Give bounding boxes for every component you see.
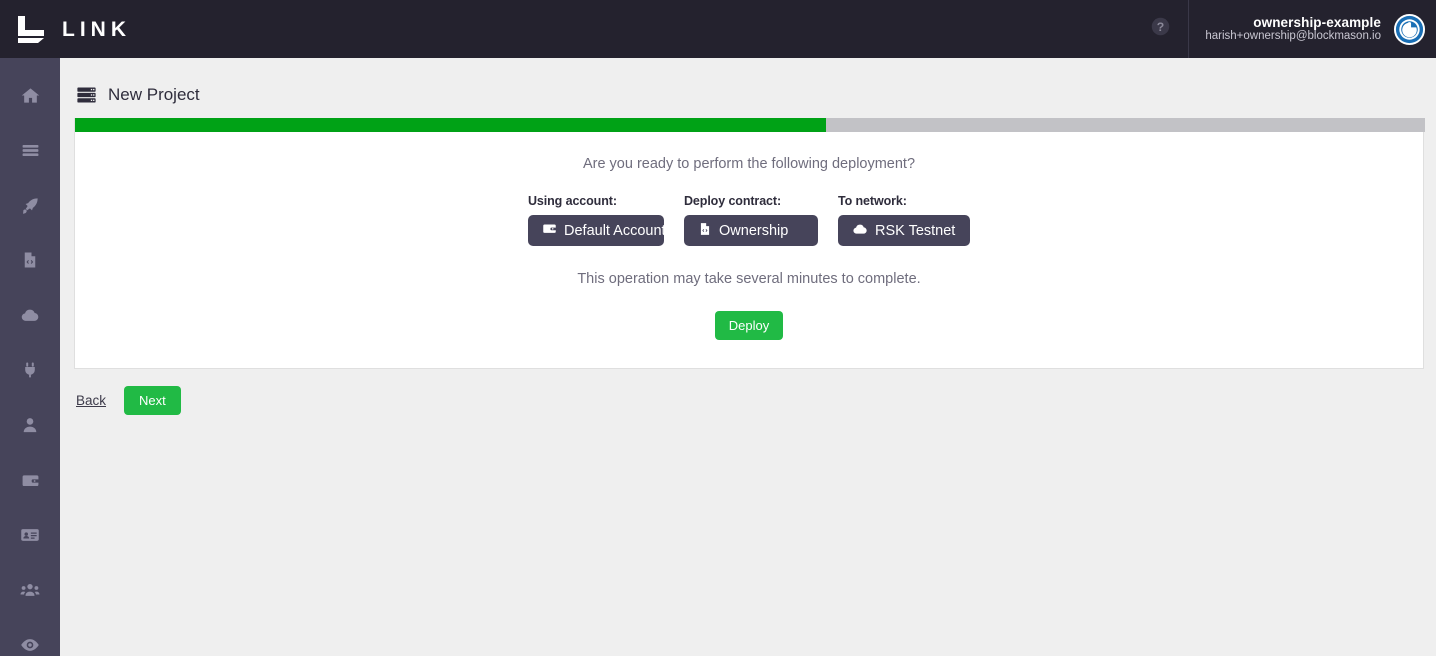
rocket-icon [21,196,40,220]
page-title: New Project [108,85,200,104]
choice-network-label: To network: [838,194,907,208]
list-icon [21,141,40,165]
app-root: LINK ? ownership-example harish+ownershi… [0,0,1436,656]
next-button[interactable]: Next [124,386,181,415]
file-code-icon [698,222,719,240]
account-text: ownership-example harish+ownership@block… [1205,15,1381,44]
choice-contract: Deploy contract: Ownership [684,194,818,246]
choice-network: To network: RSK Testnet [838,194,970,246]
sidebar-item-deploy[interactable] [0,180,60,235]
progress-bar-track [75,118,1425,132]
account-block[interactable]: ownership-example harish+ownership@block… [1188,0,1436,58]
users-icon [20,580,40,605]
sidebar-item-home[interactable] [0,70,60,125]
help-button[interactable]: ? [1132,0,1188,58]
home-icon [21,86,40,110]
sidebar-item-monitor[interactable] [0,620,60,656]
duration-note: This operation may take several minutes … [577,271,921,287]
wallet-icon [21,471,40,495]
sidebar [0,58,60,656]
account-chip[interactable]: Default Account [528,215,666,246]
wizard-card: Are you ready to perform the following d… [74,118,1425,369]
contract-chip[interactable]: Ownership [684,215,818,246]
deploy-button[interactable]: Deploy [714,311,784,340]
sidebar-item-team[interactable] [0,565,60,620]
plug-icon [21,361,39,384]
main-content: New Project Are you ready to perform the… [60,58,1436,656]
id-card-icon [20,525,40,550]
top-bar-right: ? ownership-example harish+ownership@blo… [1132,0,1436,58]
sidebar-item-account[interactable] [0,400,60,455]
user-icon [21,416,39,439]
wizard-body: Are you ready to perform the following d… [75,132,1423,368]
network-chip[interactable]: RSK Testnet [838,215,970,246]
deployment-summary: Using account: Default Account Deploy co… [75,194,1423,246]
choice-account: Using account: Default Account [528,194,666,246]
question-circle-icon: ? [1150,16,1171,42]
eye-icon [20,635,40,656]
sidebar-item-networks[interactable] [0,290,60,345]
power-circle-avatar-icon[interactable] [1393,13,1426,46]
sidebar-item-contracts[interactable] [0,235,60,290]
back-link[interactable]: Back [76,393,106,408]
account-name: ownership-example [1253,14,1381,30]
page-header: New Project [74,78,1424,112]
sidebar-item-projects[interactable] [0,125,60,180]
progress-bar-fill [75,118,826,132]
sidebar-item-identity[interactable] [0,510,60,565]
sidebar-item-wallet[interactable] [0,455,60,510]
cloud-icon [852,221,875,241]
confirmation-prompt: Are you ready to perform the following d… [582,156,916,172]
network-chip-label: RSK Testnet [875,222,956,239]
wizard-navigation: Back Next [74,386,1424,415]
file-code-icon [21,251,39,274]
choice-account-label: Using account: [528,194,617,208]
contract-chip-label: Ownership [719,222,789,239]
account-chip-label: Default Account [564,222,666,239]
brand-label: LINK [62,17,131,41]
server-icon [77,87,96,103]
cloud-icon [20,305,40,330]
link-logo-icon [14,14,48,44]
wallet-icon [542,221,564,240]
deploy-button-wrap: Deploy [75,311,1423,340]
account-email: harish+ownership@blockmason.io [1205,30,1381,43]
choice-contract-label: Deploy contract: [684,194,782,208]
svg-text:?: ? [1157,20,1164,34]
sidebar-item-integrations[interactable] [0,345,60,400]
top-bar: LINK ? ownership-example harish+ownershi… [0,0,1436,58]
